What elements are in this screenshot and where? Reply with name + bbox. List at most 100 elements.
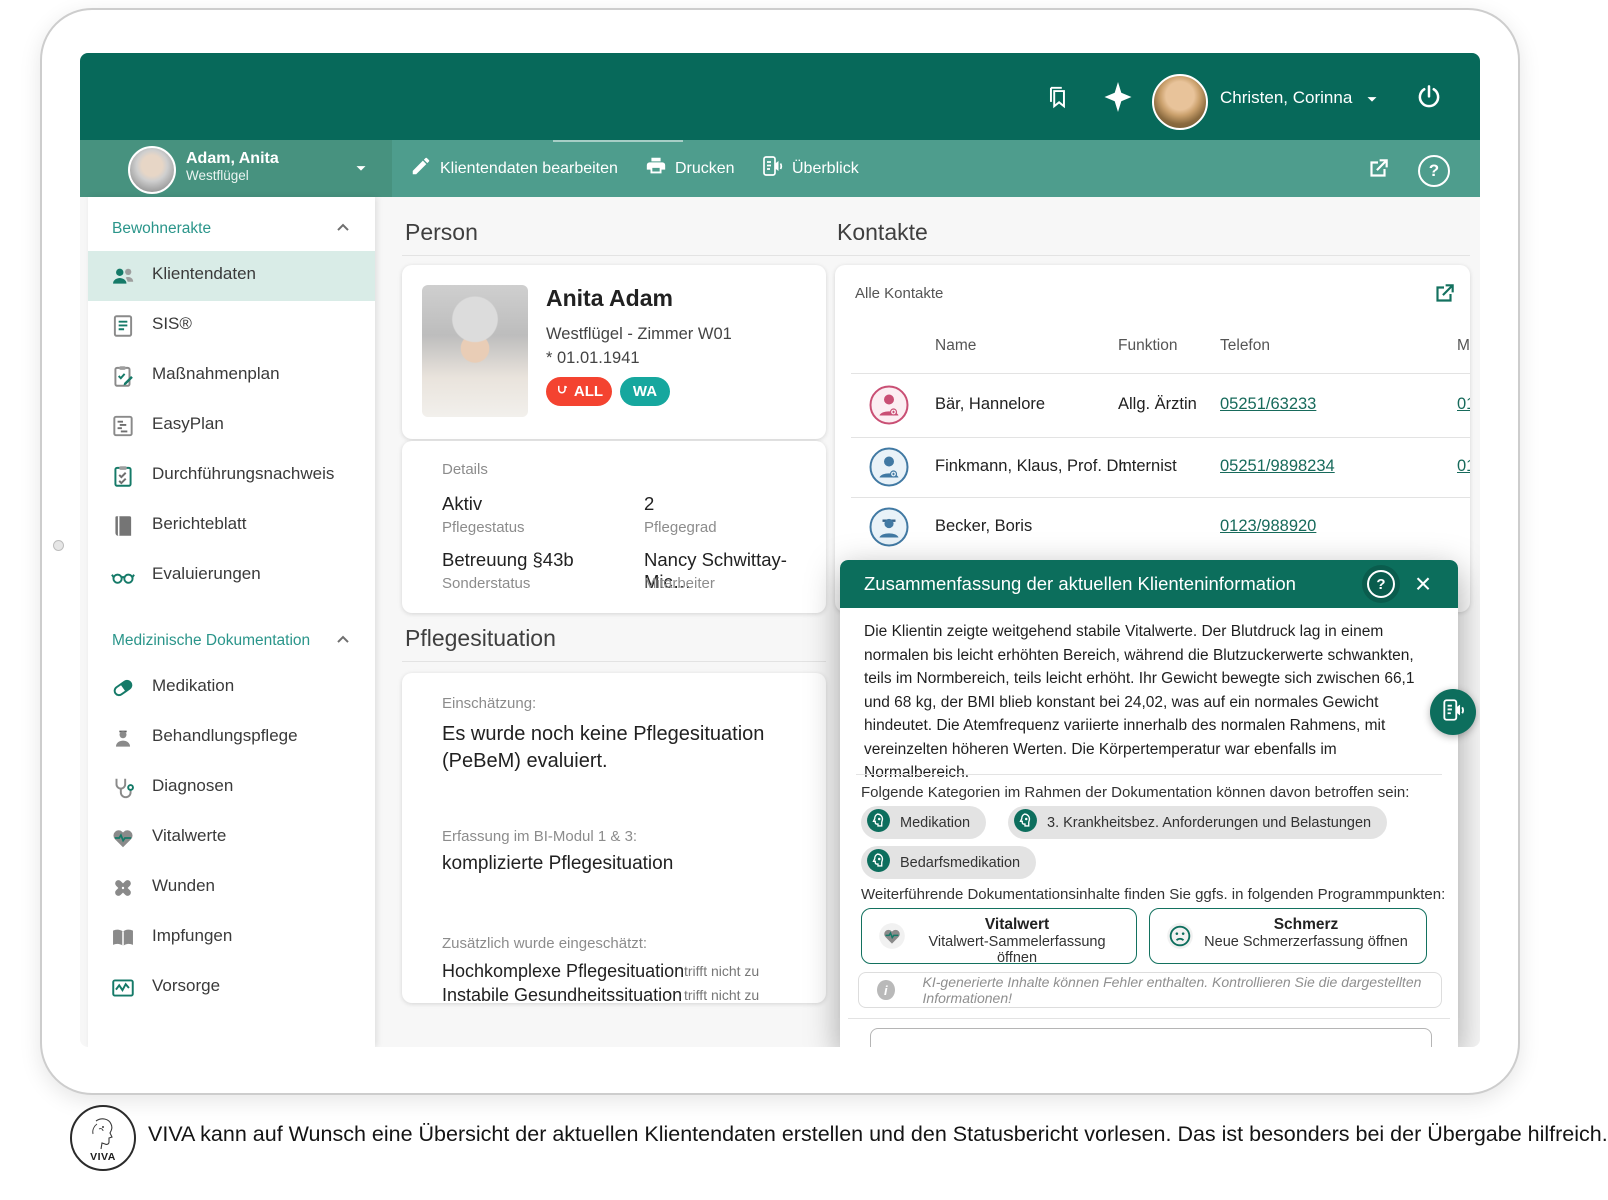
print-button[interactable]: Drucken xyxy=(645,140,735,197)
printer-icon xyxy=(645,155,667,182)
section-title: Bewohnerakte xyxy=(112,220,211,238)
power-icon[interactable] xyxy=(1412,80,1446,114)
sidebar-item-diagnosen[interactable]: Diagnosen xyxy=(88,763,375,813)
open-vitalwert-button[interactable]: Vitalwert Vitalwert-Sammelerfassung öffn… xyxy=(861,908,1137,964)
sidebar-item-wunden[interactable]: Wunden xyxy=(88,863,375,913)
ai-disclaimer-text: KI-generierte Inhalte können Fehler enth… xyxy=(923,974,1441,1006)
open-schmerz-button[interactable]: Schmerz Neue Schmerzerfassung öffnen xyxy=(1149,908,1427,964)
sidebar-item-berichteblatt[interactable]: Berichteblatt xyxy=(88,501,375,551)
divider xyxy=(851,373,1470,374)
details-card: Details Aktiv Pflegestatus 2 Pflegegrad … xyxy=(402,441,826,613)
sidebar-item-behandlungspflege[interactable]: Behandlungspflege xyxy=(88,713,375,763)
person-avatar-icon xyxy=(869,507,909,547)
sparkle-icon[interactable] xyxy=(1098,77,1138,117)
page: Christen, Corinna Adam, Anita Westflügel xyxy=(0,0,1608,1200)
sidebar-item-durchfuehrungsnachweis[interactable]: Durchführungsnachweis xyxy=(88,451,375,501)
info-icon: i xyxy=(877,980,895,1000)
category-chip[interactable]: Medikation xyxy=(861,806,986,839)
sidebar-item-easyplan[interactable]: EasyPlan xyxy=(88,401,375,451)
divider xyxy=(851,437,1470,438)
table-row[interactable]: Becker, Boris 0123/988920 xyxy=(835,501,1470,557)
ai-head-icon xyxy=(866,808,891,837)
user-avatar[interactable] xyxy=(1152,74,1208,130)
doctor-avatar-icon xyxy=(869,385,909,425)
patient-avatar xyxy=(128,146,176,194)
chart-line-icon xyxy=(110,975,136,1001)
modal-summary-text: Die Klientin zeigte weitgehend stabile V… xyxy=(864,620,1420,785)
edit-client-label: Klientendaten bearbeiten xyxy=(440,160,618,178)
sidebar-item-klientendaten[interactable]: Klientendaten xyxy=(88,251,375,301)
sidebar-item-medikation[interactable]: Medikation xyxy=(88,663,375,713)
divider xyxy=(402,255,1470,256)
chevron-up-icon[interactable] xyxy=(333,630,353,655)
user-name[interactable]: Christen, Corinna xyxy=(1220,88,1352,108)
modal-help-icon[interactable]: ? xyxy=(1362,565,1400,603)
app-screen: Christen, Corinna Adam, Anita Westflügel xyxy=(80,53,1480,1047)
edit-client-button[interactable]: Klientendaten bearbeiten xyxy=(410,140,618,197)
sidebar-section-medizinische-dokumentation[interactable]: Medizinische Dokumentation xyxy=(88,619,375,663)
sad-face-icon xyxy=(1166,922,1194,955)
bi-module-label: Erfassung im BI-Modul 1 & 3: xyxy=(442,828,637,845)
open-book-icon xyxy=(110,925,136,951)
patient-selector[interactable]: Adam, Anita Westflügel xyxy=(80,140,392,197)
stethoscope-icon xyxy=(110,775,136,801)
sidebar-item-impfungen[interactable]: Impfungen xyxy=(88,913,375,963)
contact-funktion: Internist xyxy=(1118,457,1177,476)
ai-head-icon xyxy=(1013,808,1038,837)
contact-phone-link[interactable]: 0123/988920 xyxy=(1220,517,1316,536)
kontakte-card-title: Alle Kontakte xyxy=(855,285,943,302)
patient-photo xyxy=(422,285,528,417)
program-button-subtitle: Neue Schmerzerfassung öffnen xyxy=(1200,934,1412,950)
sidebar-section-bewohnerakte[interactable]: Bewohnerakte xyxy=(88,207,375,251)
contact-mobile-link[interactable]: 01 xyxy=(1457,457,1470,476)
category-chip[interactable]: Bedarfsmedikation xyxy=(861,846,1036,879)
detail-value: 2 xyxy=(644,493,654,515)
category-chip-label: Medikation xyxy=(900,815,970,831)
top-bar: Christen, Corinna xyxy=(80,53,1480,140)
bandage-icon xyxy=(110,875,136,901)
contact-name: Finkmann, Klaus, Prof. Dr. xyxy=(935,457,1128,476)
sidebar-item-vitalwerte[interactable]: Vitalwerte xyxy=(88,813,375,863)
program-button-subtitle: Vitalwert-Sammelerfassung öffnen xyxy=(912,934,1122,966)
chevron-up-icon[interactable] xyxy=(333,218,353,243)
divider xyxy=(402,661,826,662)
read-aloud-button[interactable] xyxy=(1430,689,1476,735)
sidebar-item-evaluierungen[interactable]: Evaluierungen xyxy=(88,551,375,601)
contact-phone-link[interactable]: 05251/9898234 xyxy=(1220,457,1335,476)
allergy-badge[interactable]: ALL xyxy=(546,377,612,406)
viva-logo: VIVA xyxy=(70,1105,136,1171)
summary-input[interactable] xyxy=(870,1028,1432,1047)
program-button-title: Schmerz xyxy=(1200,916,1412,934)
details-title: Details xyxy=(442,461,488,478)
sidebar-item-vorsorge[interactable]: Vorsorge xyxy=(88,963,375,1013)
patient-unit: Westflügel xyxy=(186,168,279,183)
help-icon[interactable]: ? xyxy=(1418,155,1450,187)
patient-caret-down-icon xyxy=(352,159,370,182)
contact-funktion: Allg. Ärztin xyxy=(1118,395,1197,414)
clients-icon xyxy=(110,263,136,289)
bookmark-icon[interactable] xyxy=(1043,82,1073,112)
user-caret-down-icon[interactable] xyxy=(1363,90,1381,113)
sidebar-item-sis[interactable]: SIS® xyxy=(88,301,375,351)
category-chip[interactable]: 3. Krankheitsbez. Anforderungen und Bela… xyxy=(1008,806,1387,839)
contact-name: Becker, Boris xyxy=(935,517,1032,536)
open-external-icon[interactable] xyxy=(1364,155,1392,183)
table-row[interactable]: Finkmann, Klaus, Prof. Dr. Internist 052… xyxy=(835,441,1470,497)
pill-icon xyxy=(110,675,136,701)
overview-button[interactable]: Überblick xyxy=(760,140,859,197)
sidebar: Bewohnerakte Klientendaten SIS® Maßnahme… xyxy=(88,197,375,1047)
speaker-doc-icon xyxy=(760,154,784,183)
patient-room: Westflügel - Zimmer W01 xyxy=(546,325,732,344)
modal-close-icon[interactable]: × xyxy=(1408,569,1438,599)
wa-badge[interactable]: WA xyxy=(620,377,670,406)
overview-label: Überblick xyxy=(792,160,859,178)
contact-mobile-link[interactable]: 01 xyxy=(1457,395,1470,414)
caption-text: VIVA kann auf Wunsch eine Übersicht der … xyxy=(148,1122,1608,1147)
open-contacts-external-icon[interactable] xyxy=(1431,281,1457,312)
sidebar-item-massnahmenplan[interactable]: Maßnahmenplan xyxy=(88,351,375,401)
clipboard-pencil-icon xyxy=(110,363,136,389)
glasses-icon xyxy=(110,563,136,589)
tablet-camera xyxy=(53,540,64,551)
table-row[interactable]: Bär, Hannelore Allg. Ärztin 05251/63233 … xyxy=(835,377,1470,437)
contact-phone-link[interactable]: 05251/63233 xyxy=(1220,395,1316,414)
